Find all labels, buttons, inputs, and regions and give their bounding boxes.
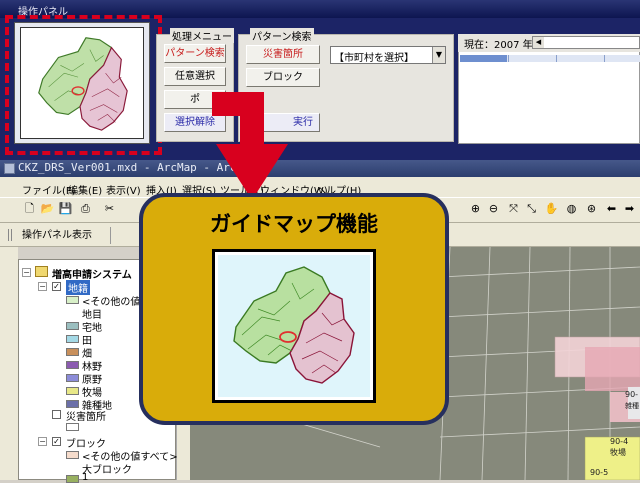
new-document-icon[interactable]: 🗋 (22, 201, 37, 216)
legend-swatch (66, 296, 79, 304)
toc-side-margin (0, 247, 18, 480)
legend-swatch (66, 348, 79, 356)
arcmap-titlebar: CKZ_DRS_Ver001.mxd - ArcMap - ArcView (0, 160, 640, 177)
toc-root-label[interactable]: 増高申請システム (52, 266, 132, 281)
process-menu-title: 処理メニュー (170, 28, 234, 43)
map-label: 90-5 (590, 468, 608, 477)
map-label: 雑種 (625, 401, 639, 410)
layer-visibility-checkbox[interactable]: ✓ (52, 282, 61, 291)
chevron-down-icon[interactable]: ▼ (432, 47, 445, 63)
callout-title: ガイドマップ機能 (210, 212, 378, 236)
legend-swatch (66, 423, 79, 431)
scroll-left-icon[interactable]: ◀ (533, 37, 544, 48)
collapse-icon[interactable]: − (38, 282, 47, 291)
toolbar-separator (110, 227, 132, 244)
globe-icon (4, 163, 15, 174)
disaster-site-button[interactable]: 災害箇所 (246, 45, 320, 64)
timeline-tick (508, 55, 509, 62)
legend-swatch (66, 451, 79, 459)
collapse-icon[interactable]: − (38, 437, 47, 446)
current-year-label: 現在：2007 年 (464, 40, 533, 51)
block-button[interactable]: ブロック (246, 68, 320, 87)
open-folder-icon[interactable]: 📂 (40, 201, 55, 216)
layers-icon (35, 266, 48, 277)
menu-edit[interactable]: 編集(E) (68, 182, 102, 197)
legend-swatch (66, 387, 79, 395)
map-label: 90- (625, 390, 638, 399)
legend-swatch (66, 374, 79, 382)
legend-label: 1 (82, 472, 89, 483)
legend-swatch (66, 322, 79, 330)
map-label: 90-4 (610, 437, 628, 446)
zoom-out-icon[interactable]: ⊖ (486, 201, 501, 216)
collapse-icon[interactable]: − (22, 268, 31, 277)
callout-arrow-icon (212, 92, 288, 200)
year-timeline-fill (460, 55, 507, 62)
print-icon[interactable]: ⎙ (78, 201, 93, 216)
layer-visibility-checkbox[interactable] (52, 410, 61, 419)
guide-map-highlight-frame (5, 15, 162, 155)
legend-swatch (66, 475, 79, 483)
save-icon[interactable]: 💾 (58, 201, 73, 216)
menu-view[interactable]: 表示(V) (106, 182, 141, 197)
pattern-search-title: パターン検索 (250, 28, 314, 43)
legend-swatch (66, 361, 79, 369)
pan-icon[interactable]: ✋ (544, 201, 559, 216)
forward-arrow-icon[interactable]: ➡ (622, 201, 637, 216)
free-select-button[interactable]: 任意選択 (164, 67, 226, 86)
legend-field-label: 大ブロック (82, 465, 132, 476)
timeline-tick (556, 55, 557, 62)
fixed-zoom-out-icon[interactable]: ⤡ (524, 201, 539, 216)
back-arrow-icon[interactable]: ⬅ (604, 201, 619, 216)
legend-swatch (66, 335, 79, 343)
map-label: 牧場 (610, 447, 626, 457)
legend-swatch (66, 400, 79, 408)
callout-guide-map (218, 255, 370, 397)
full-extent-icon[interactable]: ◍ (564, 201, 579, 216)
show-operation-panel-label: 操作パネル表示 (22, 230, 92, 241)
show-operation-panel-button[interactable]: 操作パネル表示 (18, 227, 96, 244)
toolbar-grip-icon (8, 229, 12, 241)
identify-icon[interactable]: ⊛ (584, 201, 599, 216)
zoom-in-icon[interactable]: ⊕ (468, 201, 483, 216)
fixed-zoom-in-icon[interactable]: ⤧ (506, 201, 521, 216)
layer-visibility-checkbox[interactable]: ✓ (52, 437, 61, 446)
municipality-select[interactable]: 【市町村を選択】 (330, 46, 446, 64)
layer-name-disaster[interactable]: 災害箇所 (66, 408, 106, 423)
year-scrollbar[interactable] (532, 36, 640, 49)
pattern-search-button[interactable]: パターン検索 (164, 44, 226, 63)
cut-icon[interactable]: ✂ (102, 201, 117, 216)
timeline-tick (604, 55, 605, 62)
